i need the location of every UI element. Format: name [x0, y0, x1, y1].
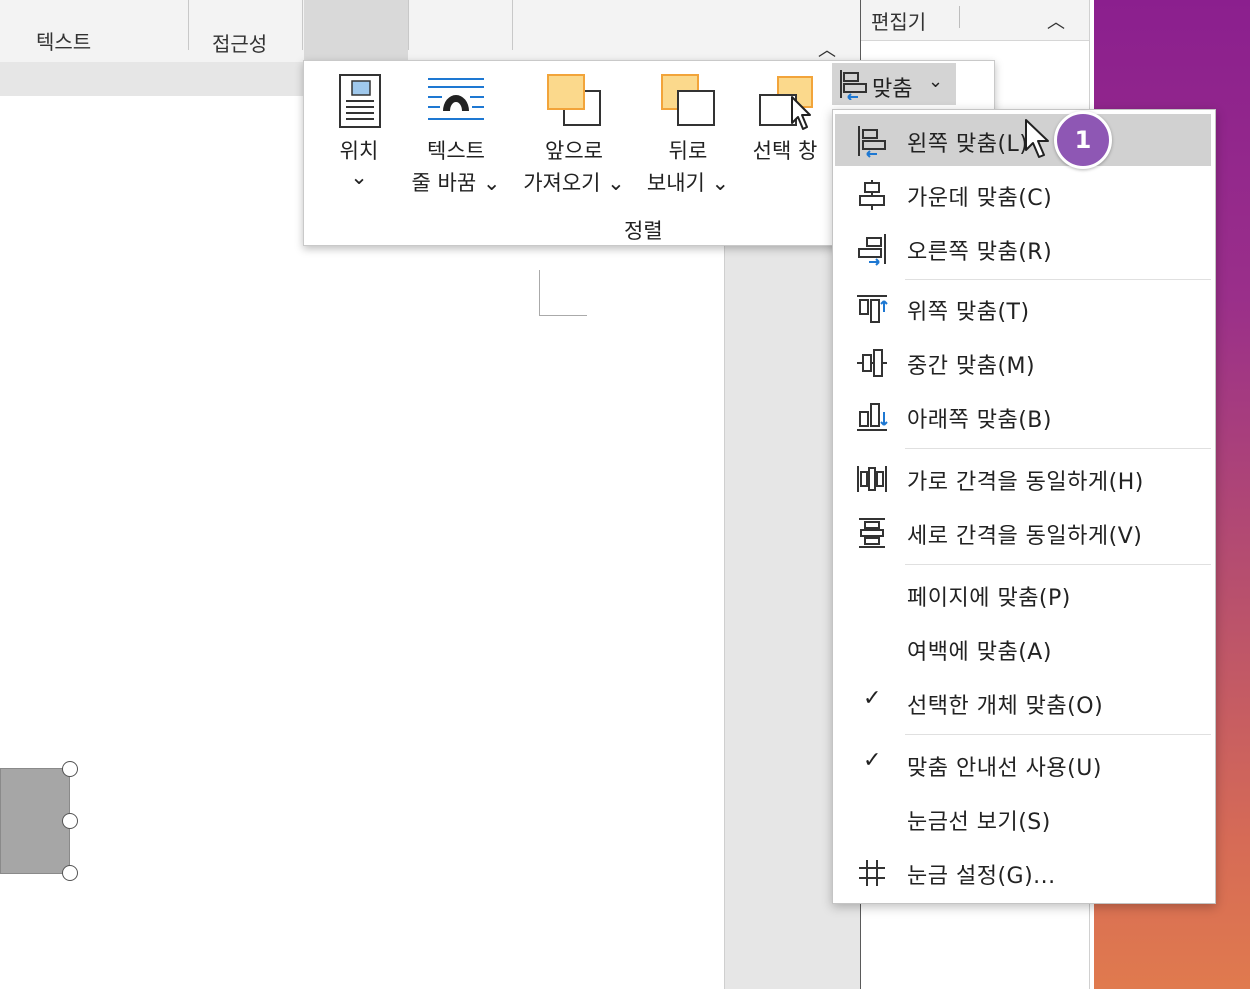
menu-separator	[905, 564, 1211, 565]
menu-separator	[905, 279, 1211, 280]
distribute-horizontal-icon	[857, 466, 887, 492]
position-button[interactable]: 위치 ⌄	[324, 71, 394, 189]
menu-item-align-to-page[interactable]: 페이지에 맞춤(P)	[835, 568, 1211, 620]
menu-separator	[905, 734, 1211, 735]
align-right-icon	[858, 234, 886, 266]
align-button-label: 맞춤	[872, 77, 913, 102]
position-label: 위치	[339, 139, 379, 163]
resize-handle[interactable]	[62, 865, 78, 881]
align-top-icon	[857, 295, 888, 323]
wrap-text-icon	[428, 78, 484, 120]
menu-item-label: 세로 간격을 동일하게(V)	[907, 524, 1143, 549]
selected-shape[interactable]	[0, 761, 78, 881]
align-center-icon	[859, 180, 885, 210]
wrap-text-label: 텍스트	[427, 139, 485, 163]
menu-item-label: 아래쪽 맞춤(B)	[907, 408, 1052, 433]
menu-item-align-to-margin[interactable]: 여백에 맞춤(A)	[835, 622, 1211, 674]
menu-item-distribute-horizontal[interactable]: 가로 간격을 동일하게(H)	[835, 452, 1211, 504]
menu-item-label: 눈금선 보기(S)	[907, 810, 1051, 835]
menu-item-label: 중간 맞춤(M)	[907, 354, 1036, 379]
menu-item-label: 페이지에 맞춤(P)	[907, 586, 1071, 611]
collapse-pane-icon[interactable]: ︿	[1047, 8, 1065, 34]
menu-item-label: 여백에 맞춤(A)	[907, 640, 1052, 665]
menu-item-align-top[interactable]: 위쪽 맞춤(T)	[835, 282, 1211, 334]
menu-item-align-middle[interactable]: 중간 맞춤(M)	[835, 336, 1211, 388]
selection-pane-icon	[759, 76, 813, 130]
bring-forward-label-2: 가져오기 ⌄	[523, 171, 625, 195]
crop-mark	[539, 270, 540, 316]
menu-item-label: 가운데 맞춤(C)	[907, 186, 1053, 211]
mouse-cursor-icon	[1025, 119, 1049, 158]
menu-item-label: 왼쪽 맞춤(L)	[907, 132, 1029, 157]
menu-item-align-right[interactable]: 오른쪽 맞춤(R)	[835, 222, 1211, 274]
wrap-text-button[interactable]: 텍스트 줄 바꿈 ⌄	[400, 71, 512, 199]
menu-item-label: 맞춤 안내선 사용(U)	[907, 756, 1102, 781]
menu-item-align-selected-objects[interactable]: ✓ 선택한 개체 맞춤(O)	[835, 676, 1211, 728]
grid-icon	[859, 860, 885, 886]
resize-handle[interactable]	[62, 813, 78, 829]
menu-item-align-left[interactable]: 왼쪽 맞춤(L)	[835, 114, 1211, 166]
send-backward-label-2: 보내기 ⌄	[646, 171, 730, 195]
align-middle-icon	[857, 349, 887, 377]
ribbon-divider	[512, 0, 513, 50]
menu-item-distribute-vertical[interactable]: 세로 간격을 동일하게(V)	[835, 506, 1211, 558]
menu-item-align-center[interactable]: 가운데 맞춤(C)	[835, 168, 1211, 220]
wrap-text-label-2: 줄 바꿈 ⌄	[411, 171, 501, 195]
selection-pane-label: 선택 창	[752, 139, 818, 163]
pane-divider	[959, 6, 960, 28]
menu-item-label: 위쪽 맞춤(T)	[907, 300, 1030, 325]
menu-item-grid-settings[interactable]: 눈금 설정(G)...	[835, 846, 1211, 898]
align-dropdown-button[interactable]: 맞춤 ⌄	[832, 63, 956, 105]
bring-forward-button[interactable]: 앞으로 가져오기 ⌄	[516, 71, 632, 199]
menu-item-label: 오른쪽 맞춤(R)	[907, 240, 1053, 265]
distribute-vertical-icon	[859, 518, 885, 548]
chevron-down-icon: ⌄	[928, 71, 944, 92]
menu-item-view-gridlines[interactable]: 눈금선 보기(S)	[835, 792, 1211, 844]
check-icon: ✓	[863, 686, 882, 711]
selection-pane-button[interactable]: 선택 창	[744, 71, 826, 167]
send-backward-icon	[661, 74, 715, 126]
align-bottom-icon	[857, 403, 888, 431]
menu-separator	[905, 448, 1211, 449]
align-left-icon	[840, 70, 867, 100]
menu-item-label: 선택한 개체 맞춤(O)	[907, 694, 1104, 719]
ribbon-active-group[interactable]	[304, 0, 408, 62]
step-badge: 1	[1054, 111, 1112, 169]
check-icon: ✓	[863, 748, 882, 773]
menu-item-use-alignment-guides[interactable]: ✓ 맞춤 안내선 사용(U)	[835, 738, 1211, 790]
ribbon-divider	[188, 0, 189, 50]
position-icon	[339, 74, 381, 128]
ribbon-strip: 텍스트 접근성 ︿	[0, 0, 860, 63]
send-backward-button[interactable]: 뒤로 보내기 ⌄	[638, 71, 738, 199]
send-backward-label: 뒤로	[668, 139, 708, 163]
arrange-group-label: 정렬	[624, 219, 663, 243]
align-menu: 왼쪽 맞춤(L) 가운데 맞춤(C) 오른쪽 맞춤(R) 위쪽 맞춤(T) 중간…	[832, 109, 1216, 904]
menu-item-label: 가로 간격을 동일하게(H)	[907, 470, 1144, 495]
collapse-ribbon-icon[interactable]: ︿	[818, 36, 836, 62]
editor-pane-title: 편집기	[871, 10, 927, 34]
menu-item-label: 눈금 설정(G)...	[907, 864, 1056, 889]
align-left-icon	[858, 126, 886, 158]
bring-forward-label: 앞으로	[545, 139, 603, 163]
editor-pane-header: 편집기 ︿	[861, 0, 1089, 41]
ribbon-divider	[408, 0, 409, 50]
ribbon-divider	[302, 0, 303, 50]
chevron-down-icon: ⌄	[350, 165, 368, 189]
bring-forward-icon	[547, 74, 601, 126]
menu-item-align-bottom[interactable]: 아래쪽 맞춤(B)	[835, 390, 1211, 442]
resize-handle[interactable]	[62, 761, 78, 777]
crop-mark	[539, 315, 587, 316]
